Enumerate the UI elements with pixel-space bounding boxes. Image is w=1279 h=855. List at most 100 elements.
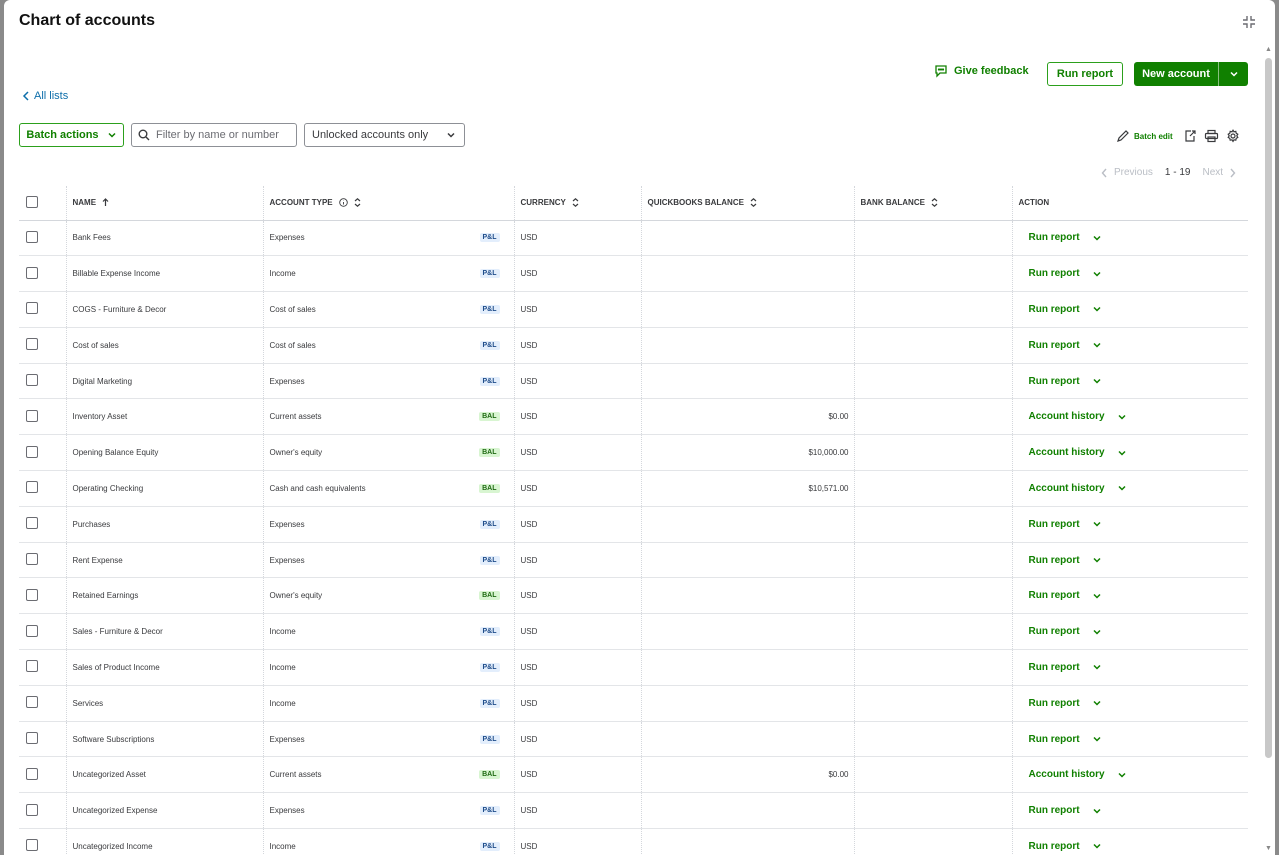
account-name: Uncategorized Income (65, 828, 263, 855)
previous-page-button[interactable]: Previous (1114, 167, 1153, 178)
action-cell: Account history (1011, 756, 1248, 794)
chevron-down-icon[interactable] (1092, 233, 1102, 243)
row-checkbox[interactable] (26, 517, 38, 530)
row-checkbox[interactable] (26, 302, 38, 315)
row-action-link[interactable]: Run report (1029, 698, 1080, 709)
table-row: Digital Marketing Expenses P&L USD Run repor… (19, 363, 1248, 400)
row-checkbox[interactable] (26, 660, 38, 673)
scrollbar-thumb[interactable] (1265, 58, 1272, 758)
filter-input[interactable] (156, 129, 296, 141)
row-checkbox[interactable] (26, 374, 38, 387)
row-action-link[interactable]: Run report (1029, 662, 1080, 673)
row-action-link[interactable]: Run report (1029, 805, 1080, 816)
column-header-quickbooks-balance[interactable]: QuickBooks balance (640, 186, 854, 221)
pencil-icon[interactable] (1116, 129, 1130, 143)
table-row: Cost of sales Cost of sales P&L USD Run repo… (19, 327, 1248, 364)
feedback-icon (935, 65, 947, 78)
give-feedback-link[interactable]: Give feedback (934, 64, 1029, 78)
account-type: Cash and cash equivalents (269, 483, 366, 493)
collapse-icon[interactable] (1241, 14, 1257, 30)
export-icon[interactable] (1183, 129, 1197, 143)
run-report-button[interactable]: Run report (1047, 62, 1123, 86)
account-type: Cost of sales (269, 304, 316, 314)
row-action-link[interactable]: Account history (1029, 447, 1105, 458)
account-status-select[interactable]: Unlocked accounts only (304, 123, 465, 147)
currency: USD (513, 470, 641, 507)
chevron-down-icon[interactable] (1117, 412, 1127, 422)
sort-icon (572, 198, 579, 208)
chevron-down-icon[interactable] (1092, 269, 1102, 279)
row-checkbox[interactable] (26, 767, 38, 780)
next-page-button[interactable]: Next (1202, 167, 1223, 178)
chevron-down-icon[interactable] (1092, 376, 1102, 386)
chevron-down-icon[interactable] (1092, 698, 1102, 708)
statement-badge: P&L (479, 841, 500, 851)
chevron-down-icon[interactable] (1117, 770, 1127, 780)
row-checkbox[interactable] (26, 839, 38, 852)
print-icon[interactable] (1204, 129, 1219, 143)
row-action-link[interactable]: Run report (1029, 304, 1080, 315)
row-action-link[interactable]: Run report (1029, 626, 1080, 637)
all-lists-link[interactable]: All lists (22, 90, 68, 102)
table-row: Uncategorized Asset Current assets BAL USD $… (19, 756, 1248, 794)
row-checkbox[interactable] (26, 696, 38, 709)
chevron-down-icon[interactable] (1092, 555, 1102, 565)
row-checkbox[interactable] (26, 445, 38, 458)
row-checkbox[interactable] (26, 409, 38, 422)
scroll-up-arrow[interactable]: ▲ (1265, 46, 1272, 54)
info-icon[interactable] (339, 198, 348, 208)
row-action-link[interactable]: Run report (1029, 841, 1080, 852)
column-header-currency[interactable]: Currency (513, 186, 641, 221)
row-action-link[interactable]: Run report (1029, 232, 1080, 243)
row-checkbox[interactable] (26, 588, 38, 601)
sort-icon (750, 198, 757, 208)
settings-gear-icon[interactable] (1226, 129, 1240, 143)
row-checkbox[interactable] (26, 553, 38, 566)
row-action-link[interactable]: Run report (1029, 376, 1080, 387)
chevron-down-icon[interactable] (1092, 734, 1102, 744)
new-account-dropdown[interactable] (1219, 69, 1248, 79)
row-action-link[interactable]: Run report (1029, 590, 1080, 601)
scroll-down-arrow[interactable]: ▼ (1265, 845, 1272, 853)
row-checkbox[interactable] (26, 732, 38, 745)
row-checkbox[interactable] (26, 266, 38, 279)
column-header-name[interactable]: Name (65, 186, 263, 221)
chevron-down-icon[interactable] (1092, 304, 1102, 314)
chevron-down-icon[interactable] (1092, 591, 1102, 601)
table-row: COGS - Furniture & Decor Cost of sales P&L… (19, 291, 1248, 328)
row-select-cell (19, 363, 66, 400)
chevron-down-icon[interactable] (1092, 662, 1102, 672)
account-name: Services (65, 685, 263, 722)
row-checkbox[interactable] (26, 624, 38, 637)
chevron-down-icon[interactable] (1092, 519, 1102, 529)
row-action-link[interactable]: Run report (1029, 519, 1080, 530)
column-header-bank-balance[interactable]: Bank balance (853, 186, 1012, 221)
chevron-down-icon[interactable] (1092, 806, 1102, 816)
row-checkbox[interactable] (26, 230, 38, 243)
chevron-down-icon[interactable] (1117, 448, 1127, 458)
row-action-link[interactable]: Account history (1029, 483, 1105, 494)
row-checkbox[interactable] (26, 803, 38, 816)
row-action-link[interactable]: Run report (1029, 734, 1080, 745)
chevron-down-icon[interactable] (1092, 841, 1102, 851)
new-account-button[interactable]: New account (1134, 62, 1248, 86)
row-checkbox[interactable] (26, 338, 38, 351)
statement-badge: P&L (479, 233, 500, 243)
row-action-link[interactable]: Run report (1029, 268, 1080, 279)
filter-field[interactable] (131, 123, 297, 147)
batch-edit-link[interactable]: Batch edit (1134, 132, 1173, 141)
select-all-checkbox[interactable] (26, 195, 38, 208)
row-select-cell (19, 291, 66, 328)
column-header-account-type[interactable]: Account type (262, 186, 514, 221)
row-checkbox[interactable] (26, 481, 38, 494)
chevron-down-icon[interactable] (1117, 483, 1127, 493)
row-action-link[interactable]: Run report (1029, 555, 1080, 566)
chevron-down-icon[interactable] (1092, 340, 1102, 350)
row-action-link[interactable]: Account history (1029, 411, 1105, 422)
account-name: Purchases (65, 506, 263, 543)
batch-actions-button[interactable]: Batch actions (19, 123, 124, 147)
chevron-down-icon[interactable] (1092, 627, 1102, 637)
row-action-link[interactable]: Account history (1029, 769, 1105, 780)
table-row: Purchases Expenses P&L USD Run report (19, 506, 1248, 543)
row-action-link[interactable]: Run report (1029, 340, 1080, 351)
